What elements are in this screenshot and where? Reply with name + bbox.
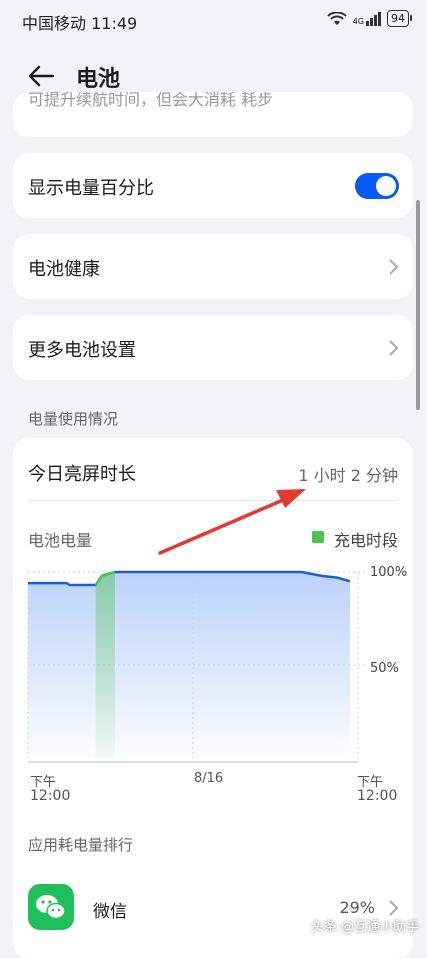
usage-section-title: 电量使用情况: [28, 410, 119, 428]
chevron-right-icon: [389, 259, 399, 275]
status-right: 4G 94: [327, 10, 412, 27]
x-tick-label: 8/16: [194, 771, 224, 786]
more-battery-settings-item[interactable]: 更多电池设置: [13, 315, 413, 380]
watermark: 头条 @互通小助手: [310, 920, 419, 935]
y-tick-label: 50%: [370, 661, 399, 676]
network-type: 4G: [352, 16, 364, 26]
y-tick-label: 100%: [370, 565, 408, 580]
wifi-icon: [327, 11, 347, 25]
page-title: 电池: [76, 67, 121, 92]
x-tick-label: 12:00: [30, 788, 71, 804]
status-bar: 中国移动 11:49 4G 94: [0, 0, 427, 40]
wechat-glyph: [36, 895, 66, 920]
back-arrow-icon[interactable]: [26, 61, 56, 91]
percentage-label: 显示电量百分比: [28, 178, 154, 199]
scrollbar[interactable]: [416, 200, 420, 410]
signal-icon: 4G: [352, 11, 381, 26]
chevron-right-icon: [389, 900, 399, 916]
battery-chart: [27, 570, 365, 763]
status-left: 中国移动 11:49: [22, 10, 137, 34]
usage-card: 今日亮屏时长 1 小时 2 分钟 电池电量 充电时段 100% 50% 下午 1…: [13, 438, 413, 958]
ranking-section-title: 应用耗电量排行: [28, 836, 134, 854]
divider: [28, 500, 398, 501]
battery-health-label: 电池健康: [28, 259, 100, 280]
charging-band: [95, 572, 115, 758]
legend-charging-label: 充电时段: [333, 531, 398, 550]
percentage-card[interactable]: 显示电量百分比: [13, 153, 413, 218]
app-percent: 29%: [339, 898, 375, 917]
legend-charging-swatch: [312, 531, 324, 543]
battery-icon: 94: [387, 10, 412, 27]
battery-level-label: 电池电量: [28, 531, 93, 550]
screen-time-label: 今日亮屏时长: [28, 464, 136, 485]
carrier-name: 中国移动: [22, 14, 87, 33]
chevron-right-icon: [389, 340, 399, 356]
battery-health-item[interactable]: 电池健康: [13, 234, 413, 299]
battery-level: 94: [391, 12, 405, 25]
status-time: 11:49: [91, 14, 138, 33]
app-name: 微信: [93, 902, 127, 922]
partial-card: 可提升续航时间，但会大消耗 耗步: [13, 92, 413, 137]
wechat-icon: [28, 884, 74, 930]
percentage-toggle[interactable]: [355, 173, 399, 199]
partial-card-text: 可提升续航时间，但会大消耗 耗步: [28, 92, 274, 109]
x-tick-label: 12:00: [357, 788, 398, 804]
battery-area: [28, 572, 350, 758]
screen-time-value: 1 小时 2 分钟: [298, 466, 398, 485]
more-settings-label: 更多电池设置: [28, 340, 136, 361]
